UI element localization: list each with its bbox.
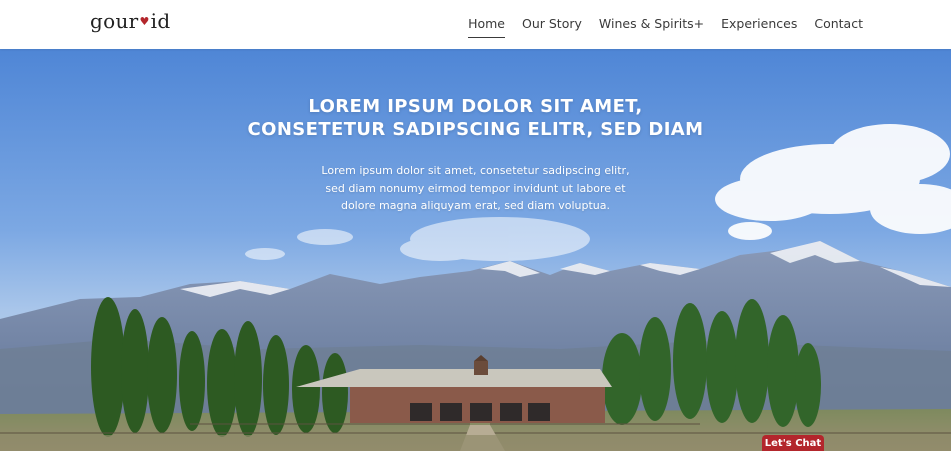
hero-section: LOREM IPSUM DOLOR SIT AMET, CONSETETUR S… — [0, 49, 951, 451]
logo-text-prefix: gour — [90, 9, 139, 33]
hero-title: LOREM IPSUM DOLOR SIT AMET, CONSETETUR S… — [180, 95, 771, 141]
logo-text-suffix: id — [150, 9, 171, 33]
logo[interactable]: gour♥id — [90, 9, 170, 33]
main-nav: Home Our Story Wines & Spirits+ Experien… — [468, 16, 863, 38]
hero-text-line3: dolore magna aliquyam erat, sed diam vol… — [340, 199, 611, 212]
lets-chat-button[interactable]: Let's Chat — [762, 435, 824, 451]
nav-our-story[interactable]: Our Story — [522, 16, 582, 38]
hero-title-line1: LOREM IPSUM DOLOR SIT AMET, — [308, 96, 643, 117]
nav-home[interactable]: Home — [468, 16, 505, 38]
nav-contact[interactable]: Contact — [814, 16, 863, 38]
nav-experiences[interactable]: Experiences — [721, 16, 797, 38]
hero-description: Lorem ipsum dolor sit amet, consetetur s… — [318, 162, 633, 215]
hero-text-line2: sed diam nonumy eirmod tempor invidunt u… — [325, 181, 626, 195]
heart-icon: ♥ — [139, 15, 150, 28]
site-header: gour♥id Home Our Story Wines & Spirits+ … — [0, 0, 951, 49]
nav-wines-spirits[interactable]: Wines & Spirits+ — [599, 16, 704, 38]
hero-text-line1: Lorem ipsum dolor sit amet, consetetur s… — [321, 164, 630, 177]
hero-title-line2: CONSETETUR SADIPSCING ELITR, SED DIAM — [247, 119, 704, 140]
